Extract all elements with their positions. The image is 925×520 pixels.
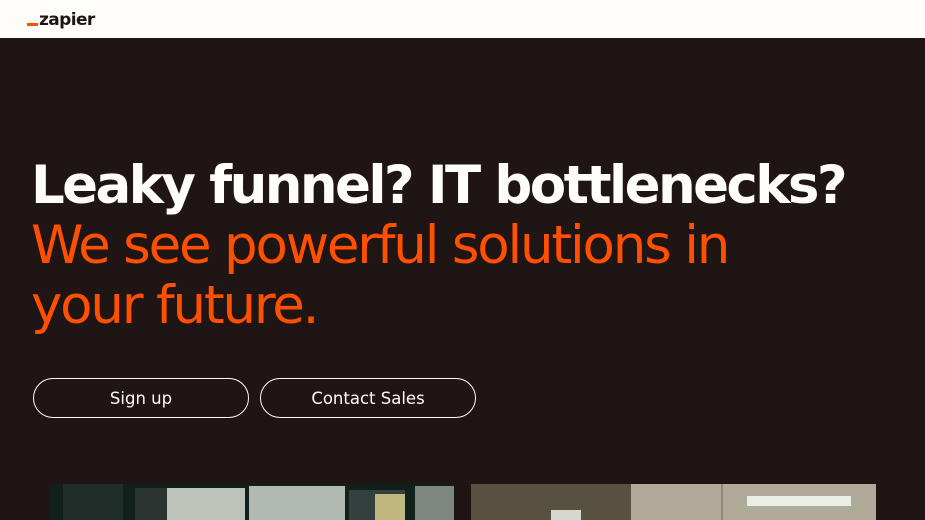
contact-sales-button[interactable]: Contact Sales <box>260 378 476 418</box>
zapier-logo[interactable]: zapier <box>27 8 95 30</box>
logo-text: zapier <box>39 10 95 30</box>
hero-image-office-left <box>49 484 454 520</box>
sign-up-button[interactable]: Sign up <box>33 378 249 418</box>
hero-headline: Leaky funnel? IT bottlenecks? We see pow… <box>31 156 891 336</box>
top-navigation-bar: zapier <box>0 0 925 38</box>
hero-image-office-right <box>471 484 876 520</box>
headline-line-2: We see powerful solutions in <box>31 215 730 276</box>
headline-line-3: your future. <box>31 275 320 336</box>
logo-underscore-mark <box>27 23 38 26</box>
headline-line-1: Leaky funnel? IT bottlenecks? <box>31 155 848 216</box>
hero-section: Leaky funnel? IT bottlenecks? We see pow… <box>0 38 925 520</box>
